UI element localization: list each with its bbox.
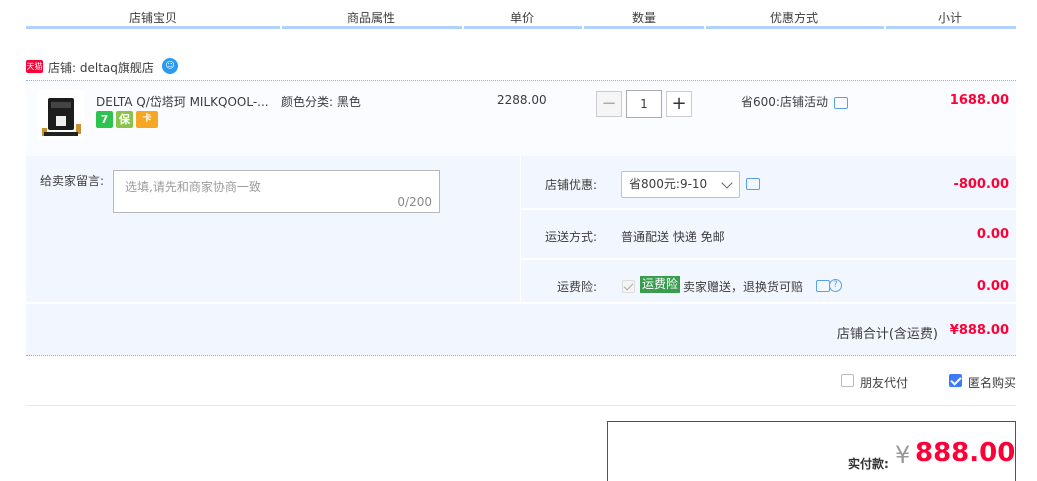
insurance-value: 0.00 — [976, 279, 1009, 294]
shipping-label: 运送方式: — [545, 230, 598, 244]
payment-amount: 888.00 — [915, 438, 1016, 468]
item-subtotal: 1688.00 — [949, 93, 1009, 108]
product-attribute: 颜色分类: 黑色 — [281, 95, 361, 109]
memo-char-count: 0/200 — [397, 195, 432, 209]
wangwang-chat-icon[interactable]: ☺ — [162, 58, 178, 74]
tmall-badge: 天猫 — [26, 60, 43, 73]
shop-discount-value: -800.00 — [953, 177, 1009, 192]
header-qty: 数量 — [632, 11, 657, 25]
divider — [26, 302, 1016, 304]
shop-discount-selected: 省800元:9-10 — [629, 177, 708, 191]
seven-day-return-icon[interactable]: 7 — [96, 111, 113, 128]
divider — [520, 156, 521, 304]
header-underline — [886, 26, 1016, 29]
chevron-down-icon — [721, 177, 733, 189]
header-subtotal: 小计 — [938, 11, 963, 25]
header-item: 店铺宝贝 — [129, 11, 178, 25]
seller-memo-textarea[interactable]: 选填,请先和商家协商一致 0/200 — [113, 170, 440, 213]
unit-price: 2288.00 — [497, 93, 547, 107]
help-icon[interactable]: ? — [829, 279, 842, 292]
header-underline — [26, 26, 280, 29]
header-underline — [706, 26, 884, 29]
cart-item-row: DELTA Q/岱塔珂 MILKQOOL-... 7 保 卡 颜色分类: 黑色 … — [26, 80, 1016, 158]
credit-card-icon[interactable]: 卡 — [136, 111, 158, 128]
payment-label: 实付款: — [848, 457, 889, 471]
header-attr: 商品属性 — [347, 11, 396, 25]
insurance-tag: 运费险 — [640, 276, 681, 293]
quantity-input[interactable]: 1 — [626, 90, 662, 118]
header-underline — [584, 26, 704, 29]
product-title-link[interactable]: DELTA Q/岱塔珂 MILKQOOL-... — [96, 93, 276, 110]
header-price: 单价 — [510, 11, 535, 25]
divider — [26, 405, 1016, 406]
quantity-stepper: − 1 + — [596, 90, 692, 118]
currency-symbol: ¥ — [895, 441, 911, 469]
service-badges: 7 保 卡 — [96, 111, 158, 128]
discount-info-icon[interactable] — [746, 178, 760, 190]
insurance-info-icon[interactable] — [816, 280, 830, 292]
insurance-checkbox — [622, 280, 635, 293]
header-underline — [282, 26, 462, 29]
payment-summary: 实付款: ¥ 888.00 — [607, 421, 1016, 481]
quantity-increase-button[interactable]: + — [666, 91, 692, 117]
anonymous-label[interactable]: 匿名购买 — [968, 374, 1016, 391]
memo-label: 给卖家留言: — [40, 174, 105, 188]
memo-placeholder: 选填,请先和商家协商一致 — [125, 180, 261, 194]
insurance-desc: 卖家赠送，退换货可赔 — [683, 280, 804, 294]
shipping-method: 普通配送 快递 免邮 — [621, 230, 725, 244]
product-thumbnail[interactable] — [38, 90, 84, 140]
shop-total-value: ¥888.00 — [949, 323, 1009, 338]
promo-info-icon[interactable] — [833, 96, 848, 109]
insurance-label: 运费险: — [557, 280, 598, 294]
promotion-text: 省600:店铺活动 — [741, 95, 828, 109]
shop-discount-select[interactable]: 省800元:9-10 — [621, 171, 740, 198]
shipping-value: 0.00 — [976, 227, 1009, 242]
friend-pay-label[interactable]: 朋友代付 — [860, 374, 908, 391]
header-underline — [464, 26, 582, 29]
guarantee-icon[interactable]: 保 — [116, 111, 133, 128]
quantity-decrease-button[interactable]: − — [596, 91, 622, 117]
shop-total-label: 店铺合计(含运费) — [836, 327, 938, 342]
shop-discount-label: 店铺优惠: — [545, 178, 598, 192]
anonymous-checkbox[interactable] — [949, 374, 962, 387]
divider — [521, 208, 1016, 210]
friend-pay-checkbox[interactable] — [841, 374, 854, 387]
order-options-panel: 给卖家留言: 选填,请先和商家协商一致 0/200 店铺优惠: 省800元:9-… — [26, 156, 1016, 356]
header-promo: 优惠方式 — [770, 11, 819, 25]
divider — [521, 258, 1016, 260]
promotion-info: 省600:店铺活动 — [741, 93, 848, 110]
shop-name-link[interactable]: 店铺: deltaq旗舰店 — [48, 59, 154, 76]
